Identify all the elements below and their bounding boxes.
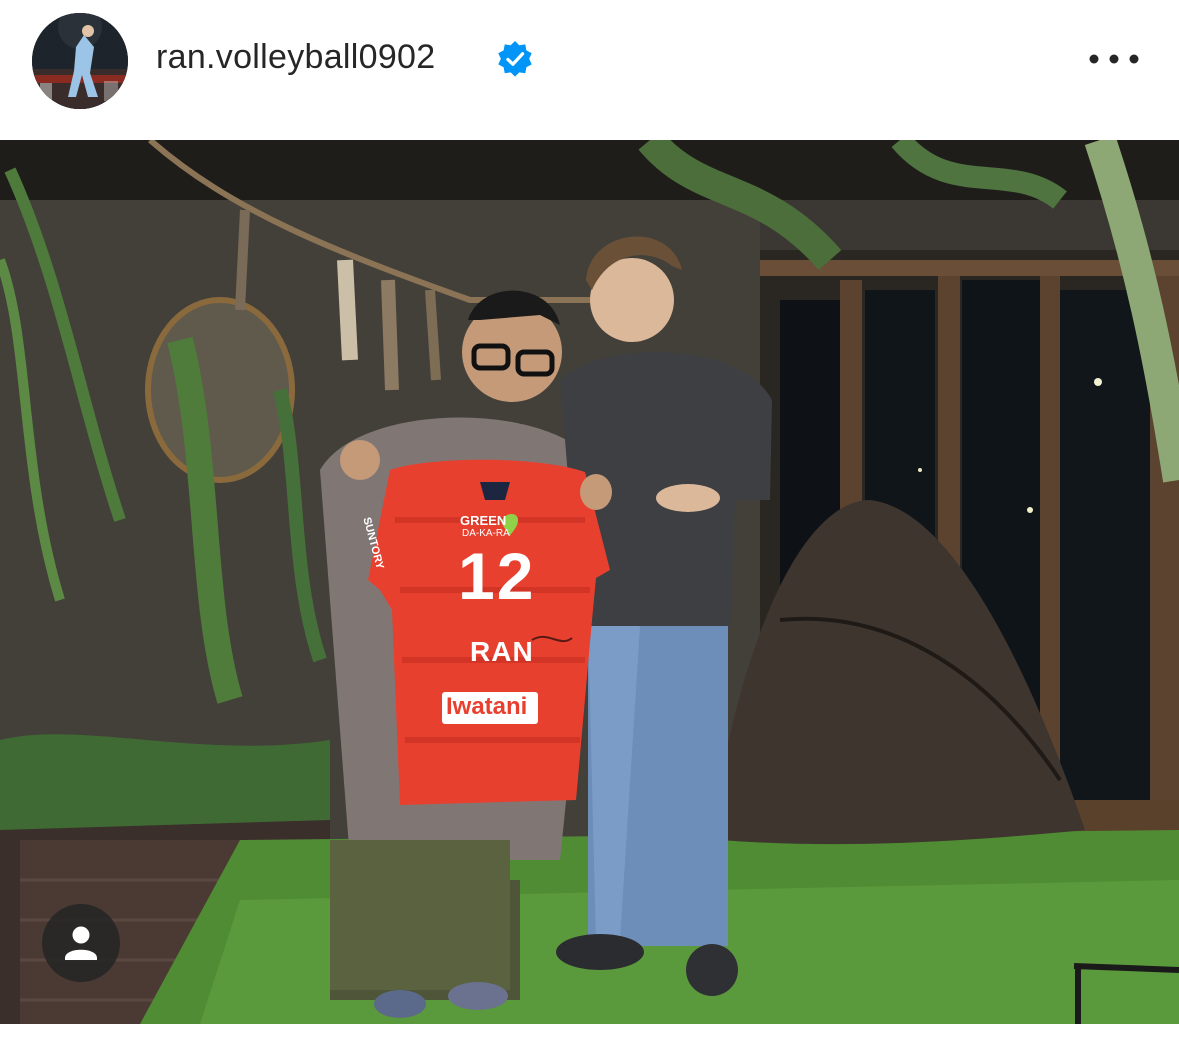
- jersey-chest-line1: GREEN: [460, 513, 507, 528]
- jersey-name: RAN: [470, 636, 534, 667]
- jersey-sponsor: Iwatani: [446, 693, 528, 720]
- more-options-icon[interactable]: [1084, 44, 1144, 74]
- post-photo[interactable]: GREEN DA-KA-RA 12 RAN Iwatani SUNTORY: [0, 140, 1179, 1024]
- user-tag-icon[interactable]: [42, 904, 120, 982]
- jersey-number: 12: [458, 539, 536, 613]
- verified-badge-icon: [498, 40, 532, 77]
- profile-avatar-icon[interactable]: [32, 13, 128, 109]
- post-header: ran.volleyball0902: [0, 0, 1179, 140]
- post-footer: [0, 1024, 1179, 1064]
- username[interactable]: ran.volleyball0902: [156, 38, 435, 77]
